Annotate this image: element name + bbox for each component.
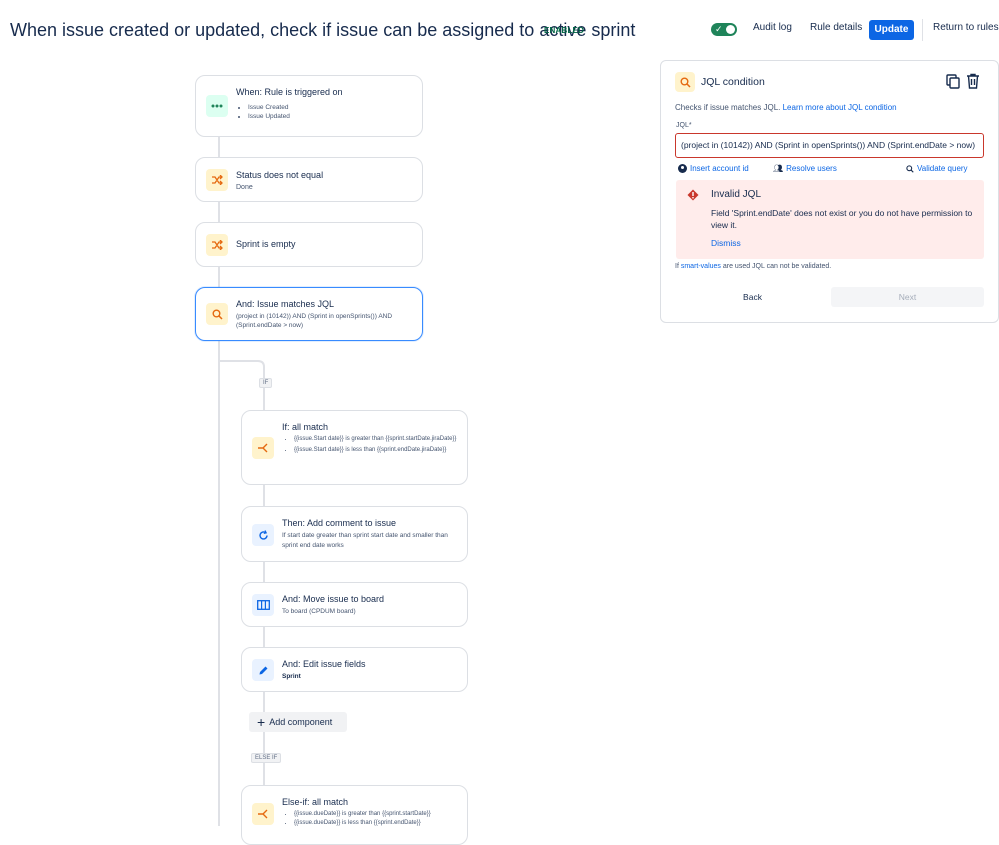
card-subtitle: If start date greater than sprint start … — [282, 532, 448, 549]
validate-query-button[interactable]: Validate query — [906, 164, 968, 173]
trigger-icon — [206, 95, 228, 117]
list-item: {{issue.dueDate}} is less than {{sprint.… — [294, 819, 462, 828]
copy-icon[interactable] — [946, 74, 960, 94]
action-card-edit[interactable]: And: Edit issue fields Sprint — [241, 647, 468, 692]
rule-details-button[interactable]: Rule details — [810, 22, 862, 33]
update-button[interactable]: Update — [869, 20, 914, 40]
card-subtitle: To board (CPDUM board) — [282, 608, 356, 615]
card-subtitle: Sprint — [282, 673, 301, 680]
card-title: If: all match — [282, 422, 329, 432]
smart-values-note: If smart-values are used JQL can not be … — [675, 263, 831, 270]
pencil-icon — [252, 659, 274, 681]
error-text: Field 'Sprint.endDate' does not exist or… — [711, 208, 973, 230]
return-to-rules-button[interactable]: Return to rules — [933, 22, 999, 33]
action-card-move[interactable]: And: Move issue to board To board (CPDUM… — [241, 582, 468, 627]
next-button[interactable]: Next — [831, 287, 984, 307]
else-if-tag: ELSE IF — [251, 753, 282, 763]
page-title: When issue created or updated, check if … — [10, 20, 636, 40]
condition-list: {{issue.dueDate}} is greater than {{spri… — [282, 810, 462, 828]
condition-card-status[interactable]: Status does not equal Done — [195, 157, 423, 202]
card-title: Status does not equal — [236, 170, 324, 180]
action-card-comment[interactable]: Then: Add comment to issue If start date… — [241, 506, 468, 562]
condition-card-sprint[interactable]: Sprint is empty — [195, 222, 423, 267]
trigger-title: When: Rule is triggered on — [236, 87, 343, 97]
users-icon: 👥︎ — [773, 164, 784, 173]
status-badge: ENABLED — [544, 26, 585, 35]
trigger-list: Issue Created Issue Updated — [236, 103, 290, 121]
validate-query-label: Validate query — [917, 164, 968, 173]
list-item: {{issue.dueDate}} is greater than {{spri… — [294, 810, 462, 819]
error-icon — [687, 188, 699, 206]
card-title: Sprint is empty — [236, 239, 296, 249]
shuffle-icon — [206, 234, 228, 256]
add-component-label: Add component — [269, 717, 333, 727]
condition-list: {{issue.Start date}} is greater than {{s… — [282, 435, 457, 454]
panel-description: Checks if issue matches JQL. Learn more … — [675, 103, 897, 112]
list-item: {{issue.Start date}} is less than {{spri… — [294, 446, 457, 454]
card-title: And: Move issue to board — [282, 594, 385, 604]
condition-card-jql[interactable]: And: Issue matches JQL (project in (1014… — [195, 287, 423, 341]
list-item: Issue Created — [248, 103, 290, 112]
list-item: Issue Updated — [248, 112, 290, 121]
shuffle-icon — [206, 169, 228, 191]
jql-input[interactable]: (project in (10142)) AND (Sprint in open… — [675, 133, 984, 158]
search-icon — [675, 72, 695, 92]
check-icon: ✓ — [715, 24, 723, 34]
branch-icon — [252, 437, 274, 459]
trash-icon[interactable] — [966, 73, 980, 94]
list-item: {{issue.Start date}} is greater than {{s… — [294, 435, 457, 443]
card-title: Else-if: all match — [282, 797, 349, 807]
refresh-icon — [252, 524, 274, 546]
search-icon — [906, 164, 914, 173]
resolve-users-button[interactable]: 👥︎ Resolve users — [773, 164, 837, 173]
trigger-card[interactable]: When: Rule is triggered on Issue Created… — [195, 75, 423, 137]
error-title: Invalid JQL — [711, 189, 762, 200]
note-suffix: are used JQL can not be validated. — [722, 263, 832, 270]
resolve-users-label: Resolve users — [786, 164, 837, 173]
note-prefix: If — [675, 263, 679, 270]
back-button[interactable]: Back — [676, 287, 829, 307]
dismiss-link[interactable]: Dismiss — [711, 238, 741, 248]
user-icon — [678, 164, 687, 173]
if-tag: IF — [259, 378, 273, 388]
card-subtitle: (project in (10142)) AND (Sprint in open… — [236, 313, 393, 329]
enable-toggle[interactable]: ✓ — [711, 23, 737, 36]
insert-account-label: Insert account id — [690, 164, 749, 173]
smart-values-link[interactable]: smart-values — [681, 263, 721, 270]
audit-log-button[interactable]: Audit log — [753, 22, 792, 33]
board-icon — [252, 594, 274, 616]
learn-more-link[interactable]: Learn more about JQL condition — [783, 103, 897, 112]
insert-account-button[interactable]: Insert account id — [678, 164, 749, 173]
card-title: And: Issue matches JQL — [236, 299, 335, 309]
toggle-knob — [726, 25, 735, 34]
panel-title: JQL condition — [701, 76, 765, 88]
plus-icon: + — [257, 714, 266, 730]
card-subtitle: Done — [236, 184, 253, 191]
divider — [922, 19, 923, 41]
card-title: And: Edit issue fields — [282, 659, 366, 669]
description-text: Checks if issue matches JQL. — [675, 103, 781, 112]
search-icon — [206, 303, 228, 325]
else-if-condition-card[interactable]: Else-if: all match {{issue.dueDate}} is … — [241, 785, 468, 845]
jql-label: JQL* — [676, 122, 692, 129]
if-condition-card[interactable]: If: all match {{issue.Start date}} is gr… — [241, 410, 468, 485]
branch-icon — [252, 803, 274, 825]
card-title: Then: Add comment to issue — [282, 518, 397, 528]
add-component-button[interactable]: + Add component — [249, 712, 347, 732]
